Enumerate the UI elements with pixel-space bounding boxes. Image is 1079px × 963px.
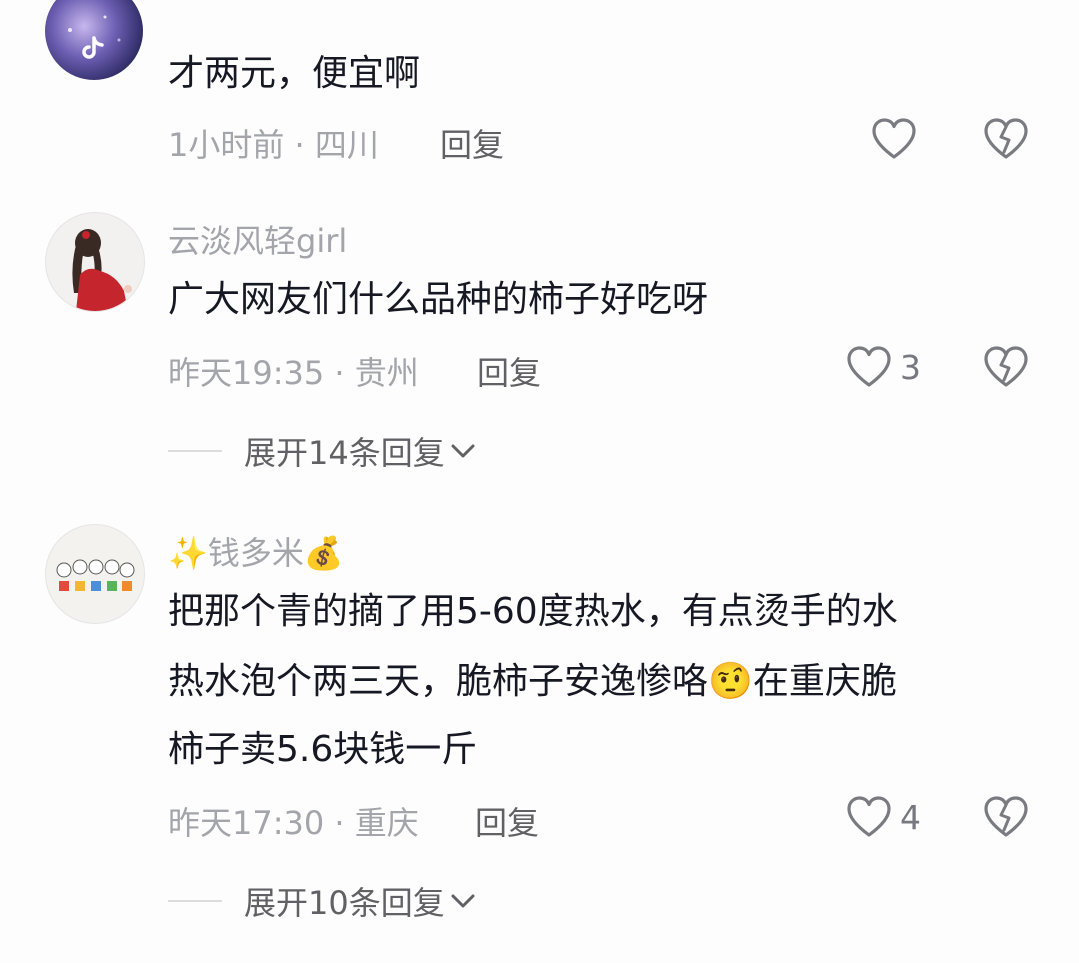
reply-button[interactable]: 回复 (475, 798, 539, 844)
comment-location: 四川 (314, 126, 379, 164)
chevron-down-icon (451, 444, 475, 458)
chevron-down-icon (451, 894, 475, 908)
expand-replies-label: 展开14条回复 (244, 434, 445, 472)
avatar[interactable] (45, 524, 145, 624)
expand-replies-button[interactable]: 展开14条回复 (168, 428, 477, 474)
dislike-button[interactable] (983, 796, 1029, 838)
like-button[interactable]: 3 (846, 346, 921, 388)
comment-text: 广大网友们什么品种的柿子好吃呀 (168, 279, 709, 320)
expand-replies-button[interactable]: 展开10条回复 (168, 878, 477, 924)
sparkles-emoji: ✨ (168, 534, 208, 572)
comment-location: 贵州 (354, 354, 419, 392)
like-count: 4 (900, 797, 921, 837)
comment-text: 柿子卖5.6块钱一斤 (168, 729, 478, 770)
heart-outline-icon (847, 796, 891, 837)
comment-username[interactable]: 云淡风轻girl (168, 216, 347, 262)
cartoon-group-avatar (56, 559, 135, 591)
meta-separator: · (324, 354, 355, 392)
expand-replies-label: 展开10条回复 (244, 884, 445, 922)
meta-separator: · (284, 126, 315, 164)
comment-meta: 昨天17:30 · 重庆 (168, 798, 419, 844)
avatar[interactable] (45, 0, 143, 80)
comment-time: 1小时前 (168, 126, 285, 164)
comment-text: 才两元，便宜啊 (168, 53, 421, 94)
like-count: 3 (900, 347, 921, 387)
comment-text: 热水泡个两三天，脆柿子安逸惨咯🤨在重庆脆 (168, 648, 897, 716)
comment-text: 把那个青的摘了用5-60度热水，有点烫手的水 (168, 591, 898, 632)
reply-button[interactable]: 回复 (440, 120, 504, 166)
dislike-button[interactable] (983, 118, 1029, 160)
heart-outline-icon (872, 118, 916, 159)
expand-divider (168, 450, 222, 452)
girl-in-red-avatar (72, 229, 132, 311)
heart-outline-icon (847, 346, 891, 387)
meta-separator: · (324, 804, 355, 842)
broken-heart-icon (984, 118, 1028, 159)
tiktok-logo-icon (68, 15, 121, 59)
comment-username[interactable]: ✨钱多米💰 (168, 528, 344, 574)
comment-meta: 昨天19:35 · 贵州 (168, 348, 419, 394)
comment-time: 昨天19:35 (168, 354, 325, 392)
dislike-button[interactable] (983, 346, 1029, 388)
username-text: 钱多米 (207, 534, 304, 572)
money-bag-emoji: 💰 (303, 534, 344, 572)
broken-heart-icon (984, 346, 1028, 387)
comment-time: 昨天17:30 (168, 804, 325, 842)
comment-text-segment: 热水泡个两三天，脆柿子安逸惨咯 (168, 661, 709, 702)
comment-meta: 1小时前 · 四川 (168, 120, 379, 166)
avatar[interactable] (45, 212, 145, 312)
like-button[interactable]: 4 (846, 796, 921, 838)
like-button[interactable] (871, 118, 917, 160)
expand-divider (168, 900, 222, 902)
thinking-face-emoji: 🤨 (708, 661, 753, 702)
reply-button[interactable]: 回复 (477, 348, 541, 394)
comment-location: 重庆 (354, 804, 419, 842)
broken-heart-icon (984, 796, 1028, 837)
comment-text-segment: 在重庆脆 (752, 661, 897, 702)
